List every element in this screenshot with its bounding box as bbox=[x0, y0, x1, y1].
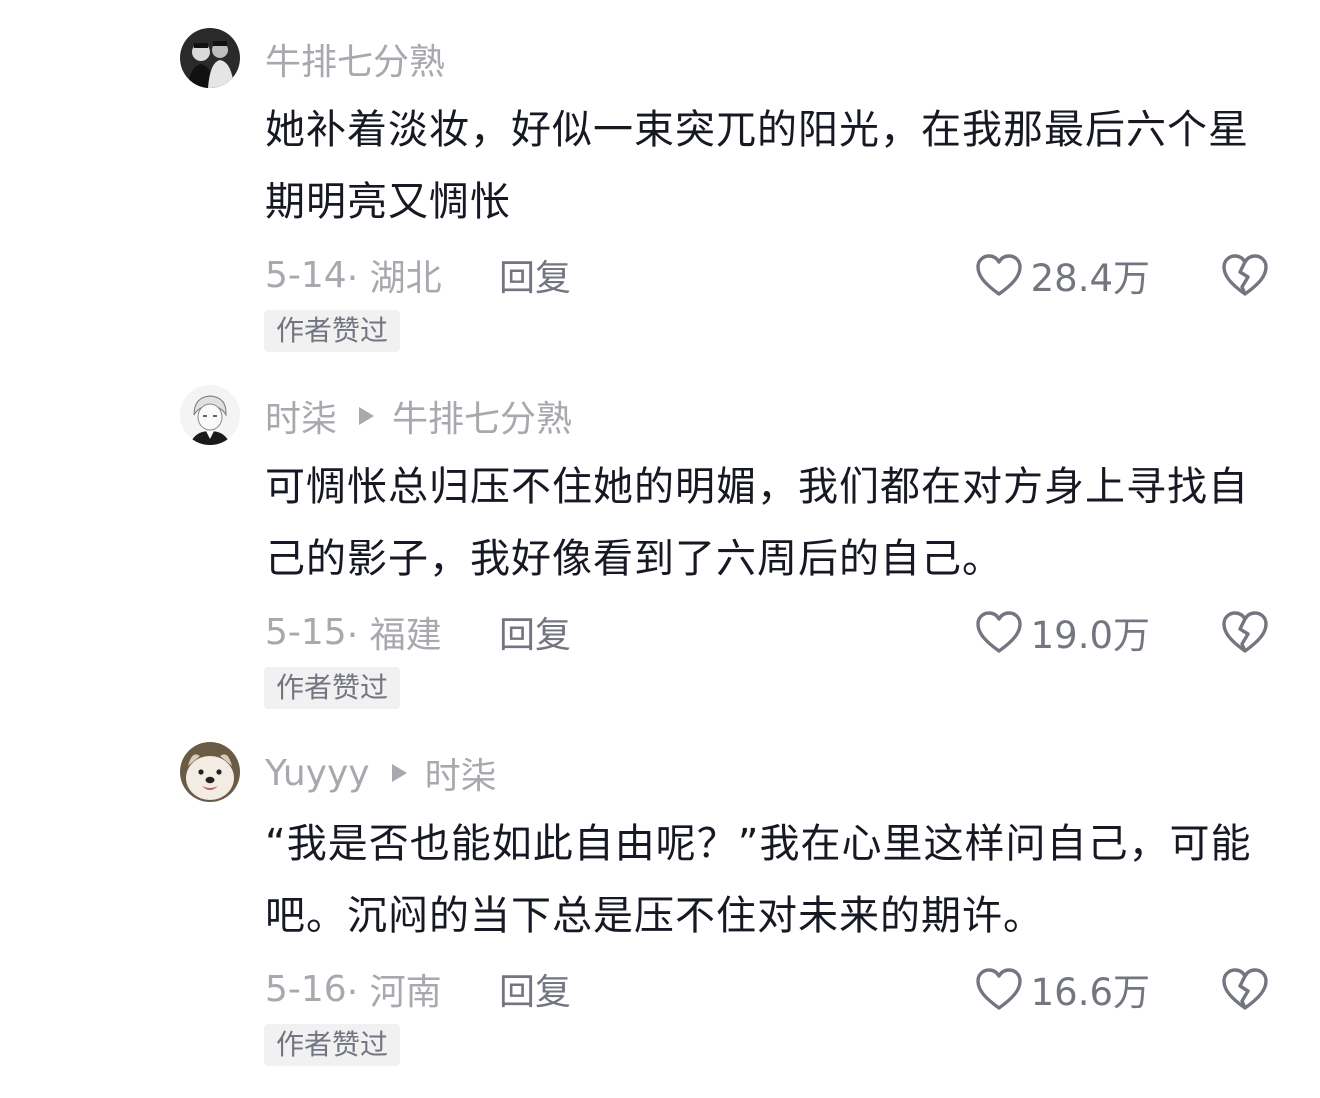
author-name[interactable]: 牛排七分熟 bbox=[265, 33, 445, 85]
reply-to-name[interactable]: 牛排七分熟 bbox=[392, 390, 572, 442]
author-liked-badge: 作者赞过 bbox=[264, 667, 401, 709]
heart-icon bbox=[975, 968, 1022, 1010]
avatar[interactable] bbox=[180, 28, 240, 88]
comment-header: 时柒 牛排七分熟 bbox=[265, 391, 572, 441]
broken-heart-icon bbox=[1222, 611, 1268, 653]
like-button[interactable]: 19.0万 bbox=[975, 607, 1150, 657]
comment-text: “我是否也能如此自由呢？”我在心里这样问自己，可能吧。沉闷的当下总是压不住对未来… bbox=[265, 821, 1252, 939]
comment-meta: 5-14 · 湖北 bbox=[265, 250, 442, 300]
comment-location: · 湖北 bbox=[346, 258, 442, 299]
comment-date: 5-14 bbox=[265, 254, 347, 296]
comment-meta: 5-16 · 河南 bbox=[265, 964, 442, 1014]
comment-meta: 5-15 · 福建 bbox=[265, 607, 442, 657]
like-count: 19.0万 bbox=[1030, 614, 1150, 657]
reply-button[interactable]: 回复 bbox=[499, 607, 571, 657]
heart-icon bbox=[975, 611, 1022, 653]
reply-to-name[interactable]: 时柒 bbox=[425, 747, 497, 799]
avatar[interactable] bbox=[180, 385, 240, 445]
comment-text: 可惆怅总归压不住她的明媚，我们都在对方身上寻找自己的影子，我好像看到了六周后的自… bbox=[265, 464, 1249, 582]
broken-heart-icon bbox=[1222, 254, 1268, 296]
author-name[interactable]: Yuyyy bbox=[265, 753, 370, 794]
like-count: 28.4万 bbox=[1030, 257, 1150, 300]
dislike-button[interactable] bbox=[1220, 607, 1270, 657]
author-name[interactable]: 时柒 bbox=[265, 390, 337, 442]
dislike-button[interactable] bbox=[1220, 250, 1270, 300]
like-button[interactable]: 16.6万 bbox=[975, 964, 1150, 1014]
comment-location: · 福建 bbox=[346, 615, 442, 656]
comment-header: Yuyyy 时柒 bbox=[265, 748, 497, 798]
reply-arrow-icon bbox=[391, 764, 407, 782]
reply-arrow-icon bbox=[359, 407, 375, 425]
comment-date: 5-15 bbox=[265, 611, 347, 653]
comment-text: 她补着淡妆，好似一束突兀的阳光，在我那最后六个星期明亮又惆怅 bbox=[265, 107, 1249, 225]
broken-heart-icon bbox=[1222, 968, 1268, 1010]
like-count: 16.6万 bbox=[1030, 971, 1150, 1014]
reply-button[interactable]: 回复 bbox=[499, 964, 571, 1014]
author-liked-badge: 作者赞过 bbox=[264, 310, 401, 352]
comment-header: 牛排七分熟 bbox=[265, 34, 445, 84]
avatar[interactable] bbox=[180, 742, 240, 802]
heart-icon bbox=[975, 254, 1022, 296]
comment-location: · 河南 bbox=[346, 972, 442, 1013]
dislike-button[interactable] bbox=[1220, 964, 1270, 1014]
comment-date: 5-16 bbox=[265, 968, 347, 1010]
author-liked-badge: 作者赞过 bbox=[264, 1024, 401, 1066]
reply-button[interactable]: 回复 bbox=[499, 250, 571, 300]
like-button[interactable]: 28.4万 bbox=[975, 250, 1150, 300]
